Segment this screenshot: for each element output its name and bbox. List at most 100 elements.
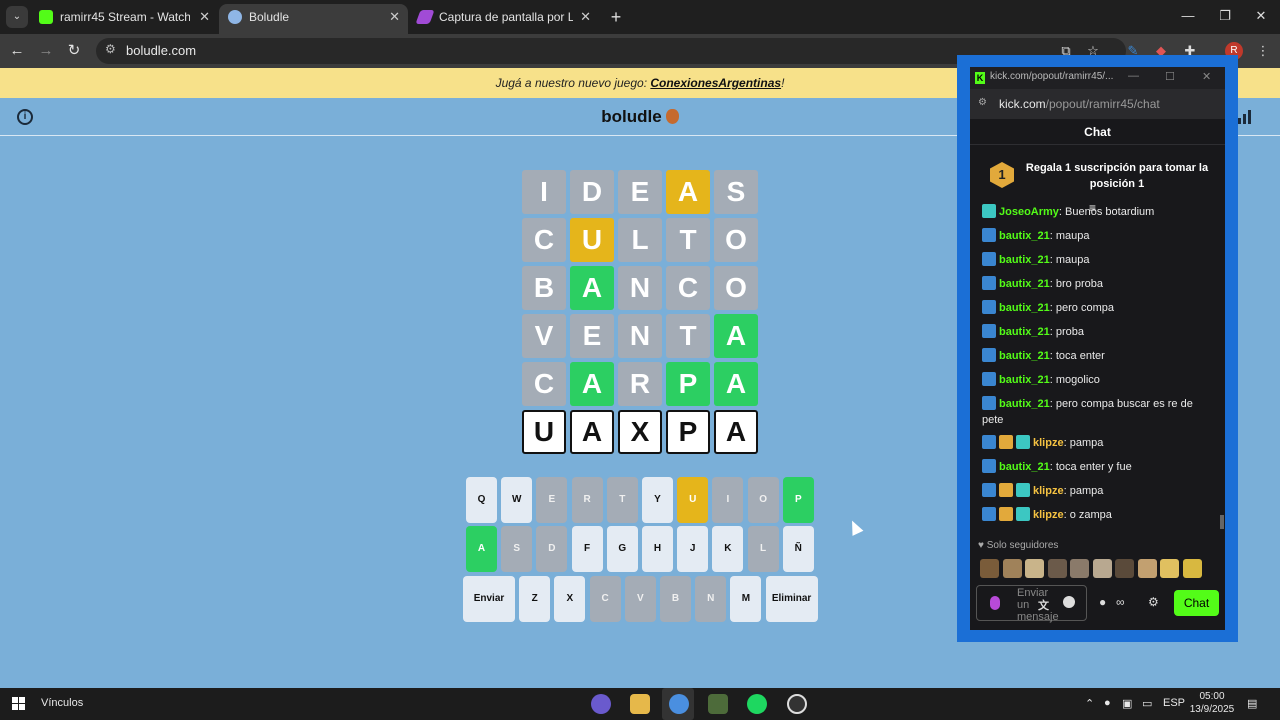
key-b[interactable]: B [660,576,691,622]
close-tab-icon[interactable]: ✕ [580,4,591,30]
send-chat-button[interactable]: Chat [1174,590,1219,616]
mod-badge-icon [982,396,996,410]
chat-scrollbar[interactable] [1220,515,1224,529]
key-d[interactable]: D [536,526,568,572]
chrome-icon[interactable] [669,694,689,714]
key-s[interactable]: S [501,526,533,572]
key-t[interactable]: T [606,477,638,523]
chat-message-input[interactable]: Enviar un mensaje 文 [976,585,1087,623]
obs-icon[interactable] [787,694,807,714]
emoji-icon[interactable] [1063,596,1075,608]
close-window-icon[interactable]: ✕ [1246,4,1276,28]
tab-kick-stream[interactable]: ramirr45 Stream - Watch Live o ✕ [30,4,218,34]
chat-username[interactable]: bautix_21 [999,326,1050,338]
emote-icon[interactable] [1002,559,1022,578]
key-k[interactable]: K [712,526,744,572]
chat-username[interactable]: klipze [1033,485,1064,497]
links-toolbar-label[interactable]: Vínculos [41,697,83,709]
popout-maximize-icon[interactable]: ☐ [1165,70,1175,83]
new-tab-button[interactable]: + [606,4,626,30]
emote-icon[interactable] [1115,559,1134,578]
forward-icon[interactable]: → [35,40,57,62]
emote-icon[interactable] [1070,559,1089,578]
microphone-tray-icon[interactable]: ● [1104,697,1111,709]
chat-settings-icon[interactable]: ⚙ [1148,595,1159,609]
emote-icon[interactable] [1047,559,1067,578]
points-icon[interactable]: ● [1099,595,1106,609]
key-f[interactable]: F [571,526,603,572]
tray-app-icon[interactable]: ▣ [1122,697,1132,710]
tab-lightshot[interactable]: Captura de pantalla por Lightsh ✕ [409,4,599,34]
key-m[interactable]: M [730,576,762,622]
key-x[interactable]: X [554,576,586,622]
key-p[interactable]: P [782,477,814,523]
back-icon[interactable]: ← [6,40,28,62]
infinity-icon[interactable]: ∞ [1116,595,1125,609]
file-explorer-icon[interactable] [630,694,650,714]
site-settings-icon[interactable]: ⚙ [105,42,116,56]
chat-username[interactable]: klipze [1033,509,1064,521]
key-c[interactable]: C [589,576,621,622]
close-tab-icon[interactable]: ✕ [389,4,400,30]
key-ñ[interactable]: Ñ [782,526,814,572]
chat-username[interactable]: bautix_21 [999,302,1050,314]
key-g[interactable]: G [606,526,638,572]
chat-username[interactable]: bautix_21 [999,254,1050,266]
key-a[interactable]: A [466,526,497,572]
menu-kebab-icon[interactable]: ⋮ [1253,41,1273,61]
popout-minimize-icon[interactable]: — [1128,70,1139,82]
key-l[interactable]: L [747,526,779,572]
tab-search-dropdown-icon[interactable]: ⌄ [6,6,28,28]
spotify-icon[interactable] [747,694,767,714]
stats-icon[interactable] [1238,110,1252,124]
chat-username[interactable]: bautix_21 [999,374,1050,386]
key-eliminar[interactable]: Eliminar [765,576,818,622]
windows-start-icon[interactable] [12,697,26,711]
language-indicator[interactable]: ESP [1163,697,1185,709]
key-e[interactable]: E [536,477,568,523]
gift-subscription-banner[interactable]: 1 Regala 1 suscripción para tomar la pos… [970,146,1225,208]
tab-boludle[interactable]: Boludle ✕ [219,4,408,34]
key-r[interactable]: R [571,477,603,523]
discord-icon[interactable] [591,694,611,714]
reload-icon[interactable]: ↻ [63,40,85,62]
key-u[interactable]: U [677,477,709,523]
restore-icon[interactable]: ❐ [1210,4,1240,28]
key-y[interactable]: Y [642,477,673,523]
minimize-icon[interactable]: — [1173,4,1203,28]
emote-icon[interactable] [1025,559,1044,578]
popout-site-settings-icon[interactable]: ⚙ [978,97,987,108]
key-j[interactable]: J [677,526,709,572]
key-enviar[interactable]: Enviar [463,576,515,622]
emote-icon[interactable] [1160,559,1179,578]
emote-icon[interactable] [1092,559,1112,578]
key-n[interactable]: N [695,576,727,622]
tray-expand-icon[interactable]: ⌃ [1085,697,1094,710]
chat-username[interactable]: bautix_21 [999,398,1050,410]
key-z[interactable]: Z [519,576,551,622]
popout-close-icon[interactable]: ✕ [1202,70,1211,83]
emote-icon[interactable] [980,559,999,578]
chat-username[interactable]: JoseoArmy [999,206,1059,218]
app-icon[interactable] [708,694,728,714]
key-v[interactable]: V [624,576,656,622]
system-clock[interactable]: 05:00 13/9/2025 [1189,690,1235,716]
chat-username[interactable]: bautix_21 [999,350,1050,362]
chat-username[interactable]: klipze [1033,437,1064,449]
translate-icon[interactable]: 文 [1038,597,1049,613]
emote-icon[interactable] [1137,559,1157,578]
notifications-icon[interactable]: ▤ [1247,697,1257,710]
key-w[interactable]: W [501,477,533,523]
key-o[interactable]: O [747,477,779,523]
chat-username[interactable]: bautix_21 [999,461,1050,473]
network-icon[interactable]: ▭ [1142,697,1152,710]
key-h[interactable]: H [642,526,673,572]
chat-username[interactable]: bautix_21 [999,278,1050,290]
key-q[interactable]: Q [466,477,497,523]
key-i[interactable]: I [712,477,744,523]
microphone-icon[interactable] [990,596,1000,610]
emote-icon[interactable] [1182,559,1202,578]
close-tab-icon[interactable]: ✕ [199,4,210,30]
banner-link[interactable]: ConexionesArgentinas [650,76,781,90]
chat-username[interactable]: bautix_21 [999,230,1050,242]
